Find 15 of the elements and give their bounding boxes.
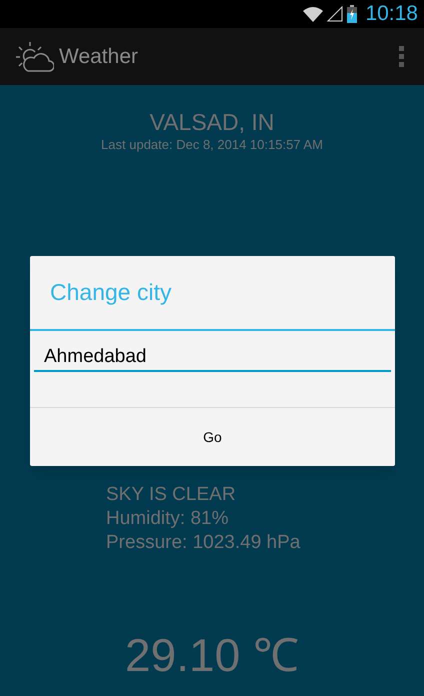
status-time: 10:18 — [365, 1, 418, 28]
city-input-field[interactable]: Ahmedabad — [34, 343, 391, 372]
app-title: Weather — [59, 44, 138, 70]
dialog-title: Change city — [50, 278, 172, 308]
weather-detail: SKY IS CLEAR — [106, 483, 237, 507]
sun-cloud-icon — [16, 42, 54, 72]
last-update: Last update: Dec 8, 2014 10:15:57 AM — [101, 137, 323, 153]
weather-detail: Humidity: 81% — [106, 507, 230, 531]
city-name: VALSAD, IN — [150, 108, 274, 137]
signal-icon — [327, 6, 344, 22]
go-button[interactable]: Go — [30, 408, 395, 466]
battery-icon — [347, 5, 358, 23]
temperature: 29.10 ℃ — [125, 628, 299, 683]
weather-detail: Pressure: 1023.49 hPa — [106, 531, 302, 555]
wifi-icon — [303, 6, 324, 22]
